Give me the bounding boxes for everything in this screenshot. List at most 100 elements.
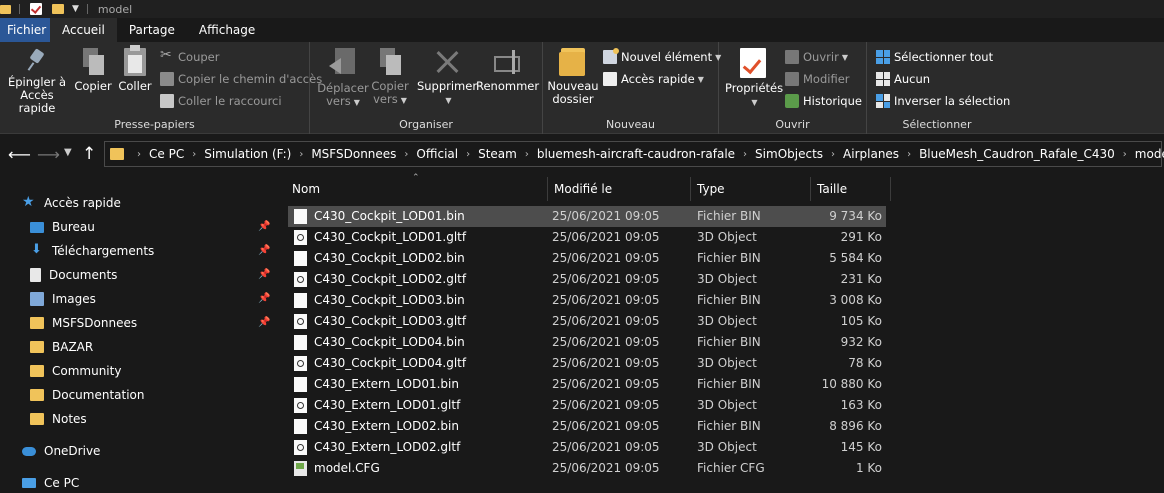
nav-item-documents[interactable]: Documents <box>30 264 117 286</box>
tab-share[interactable]: Partage <box>117 18 187 42</box>
breadcrumb-item[interactable]: Airplanes <box>843 147 899 161</box>
file-row[interactable]: C430_Cockpit_LOD04.bin 25/06/2021 09:05 Fi… <box>288 332 886 353</box>
nav-item-documentation[interactable]: Documentation <box>30 384 145 406</box>
cut-button[interactable]: Couper <box>160 47 219 67</box>
breadcrumb-item[interactable]: MSFSDonnees <box>311 147 396 161</box>
file-name: C430_Cockpit_LOD02.bin <box>294 248 465 269</box>
paste-shortcut-button[interactable]: Coller le raccourci <box>160 91 282 111</box>
breadcrumb-item[interactable]: Official <box>416 147 458 161</box>
nav-quick-access[interactable]: Accès rapide <box>22 192 121 214</box>
navigation-bar: ⟵ ⟶ ▼ ↑ › Ce PC › Simulation (F:) › MSFSDonne… <box>0 135 1164 173</box>
file-row[interactable]: C430_Cockpit_LOD03.gltf 25/06/2021 09:05 3… <box>288 311 886 332</box>
copy-button[interactable]: Copier <box>72 48 114 93</box>
move-to-label-line2: vers <box>326 94 351 108</box>
file-row[interactable]: C430_Cockpit_LOD04.gltf 25/06/2021 09:05 3… <box>288 353 886 374</box>
chevron-right-icon[interactable]: › <box>907 149 911 160</box>
file-row[interactable]: C430_Extern_LOD01.bin 25/06/2021 09:05 Fic… <box>288 374 886 395</box>
file-row[interactable]: C430_Extern_LOD01.gltf 25/06/2021 09:05 3D… <box>288 395 886 416</box>
nav-item-notes[interactable]: Notes <box>30 408 87 430</box>
breadcrumb-item[interactable]: bluemesh-aircraft-caudron-rafale <box>537 147 735 161</box>
nav-item-downloads[interactable]: Téléchargements <box>30 240 154 262</box>
column-header-type[interactable]: Type <box>691 177 811 201</box>
delete-button[interactable]: Supprimer ▼ <box>416 48 478 107</box>
file-row[interactable]: C430_Cockpit_LOD03.bin 25/06/2021 09:05 Fi… <box>288 290 886 311</box>
nav-this-pc[interactable]: Ce PC <box>22 472 79 493</box>
copy-to-label-line2: vers <box>373 92 398 106</box>
breadcrumb-item[interactable]: Steam <box>478 147 517 161</box>
file-row[interactable]: model.CFG 25/06/2021 09:05 Fichier CFG 1 Ko <box>288 458 886 479</box>
tab-file[interactable]: Fichier <box>0 18 50 42</box>
forward-arrow-icon[interactable]: ⟶ <box>37 145 60 164</box>
file-row[interactable]: C430_Cockpit_LOD02.gltf 25/06/2021 09:05 3… <box>288 269 886 290</box>
file-row[interactable]: C430_Extern_LOD02.bin 25/06/2021 09:05 Fic… <box>288 416 886 437</box>
column-header-name[interactable]: Nom <box>286 177 548 201</box>
file-row[interactable]: C430_Cockpit_LOD01.bin 25/06/2021 09:05 Fi… <box>288 206 886 227</box>
new-folder-quick-icon[interactable] <box>52 4 64 14</box>
select-none-button[interactable]: Aucun <box>876 69 930 89</box>
breadcrumb-item[interactable]: Ce PC <box>149 147 184 161</box>
tab-home[interactable]: Accueil <box>50 18 117 42</box>
nav-onedrive[interactable]: OneDrive <box>22 440 100 462</box>
chevron-right-icon[interactable]: › <box>466 149 470 160</box>
new-folder-button[interactable]: Nouveau dossier <box>547 48 599 106</box>
move-to-button[interactable]: Déplacer vers ▼ <box>316 48 370 109</box>
breadcrumb-item[interactable]: BlueMesh_Caudron_Rafale_C430 <box>919 147 1115 161</box>
column-header-size[interactable]: Taille <box>811 177 891 201</box>
back-arrow-icon[interactable]: ⟵ <box>8 145 31 164</box>
rename-button[interactable]: Renommer <box>476 48 540 93</box>
chevron-right-icon[interactable]: › <box>404 149 408 160</box>
column-header-modified[interactable]: Modifié le <box>548 177 691 201</box>
copy-path-button[interactable]: Copier le chemin d'accès <box>160 69 322 89</box>
folder-icon <box>30 389 44 401</box>
3d-object-file-icon <box>294 356 307 371</box>
select-all-label: Sélectionner tout <box>894 50 994 64</box>
file-type: 3D Object <box>697 356 757 370</box>
chevron-down-icon: ▼ <box>841 52 848 62</box>
chevron-right-icon[interactable]: › <box>1123 149 1127 160</box>
history-button[interactable]: Historique <box>785 91 862 111</box>
properties-quick-icon[interactable] <box>30 3 42 15</box>
new-item-button[interactable]: Nouvel élément ▼ <box>603 47 721 67</box>
nav-item-msfsdonnees[interactable]: MSFSDonnees <box>30 312 137 334</box>
nav-item-images[interactable]: Images <box>30 288 96 310</box>
recent-locations-chevron-icon[interactable]: ▼ <box>64 147 72 158</box>
paste-button[interactable]: Coller <box>116 45 154 93</box>
breadcrumb-item[interactable]: Simulation (F:) <box>204 147 291 161</box>
file-date: 25/06/2021 09:05 <box>552 419 660 433</box>
chevron-right-icon[interactable]: › <box>743 149 747 160</box>
properties-button[interactable]: Propriétés ▼ <box>725 48 783 109</box>
pin-quick-access-button[interactable]: Épingler à Accès rapide <box>4 48 70 115</box>
chevron-right-icon[interactable]: › <box>525 149 529 160</box>
file-row[interactable]: C430_Extern_LOD02.gltf 25/06/2021 09:05 3D… <box>288 437 886 458</box>
file-name-label: C430_Extern_LOD02.bin <box>314 419 459 433</box>
navigation-pane: Accès rapide Bureau 📌 Téléchargements 📌 … <box>0 173 274 493</box>
up-arrow-icon[interactable]: ↑ <box>82 144 96 164</box>
nav-item-bazar[interactable]: BAZAR <box>30 336 93 358</box>
chevron-right-icon[interactable]: › <box>299 149 303 160</box>
rename-icon <box>492 48 522 76</box>
nav-item-desktop[interactable]: Bureau <box>30 216 95 238</box>
copy-to-button[interactable]: Copier vers ▼ <box>368 48 412 107</box>
nav-item-community[interactable]: Community <box>30 360 121 382</box>
chevron-right-icon[interactable]: › <box>137 149 141 160</box>
tab-view[interactable]: Affichage <box>187 18 267 42</box>
file-name-label: C430_Cockpit_LOD04.gltf <box>314 356 467 370</box>
breadcrumb-item[interactable]: SimObjects <box>755 147 823 161</box>
rename-label: Renommer <box>476 79 540 93</box>
select-all-button[interactable]: Sélectionner tout <box>876 47 993 67</box>
address-bar[interactable]: › Ce PC › Simulation (F:) › MSFSDonnees › Offic… <box>104 141 1164 167</box>
edit-button[interactable]: Modifier <box>785 69 850 89</box>
file-row[interactable]: C430_Cockpit_LOD01.gltf 25/06/2021 09:05 3… <box>288 227 886 248</box>
chevron-right-icon[interactable]: › <box>192 149 196 160</box>
ribbon-tabs: Fichier Accueil Partage Affichage <box>0 18 1164 42</box>
file-row[interactable]: C430_Cockpit_LOD02.bin 25/06/2021 09:05 Fi… <box>288 248 886 269</box>
open-button[interactable]: Ouvrir ▼ <box>785 47 848 67</box>
file-date: 25/06/2021 09:05 <box>552 293 660 307</box>
invert-selection-button[interactable]: Inverser la sélection <box>876 91 1010 111</box>
breadcrumb-item[interactable]: model <box>1135 147 1164 161</box>
customize-toolbar-chevron-icon[interactable]: ▼ <box>72 4 79 14</box>
file-type: Fichier BIN <box>697 293 761 307</box>
file-size: 163 Ko <box>840 398 882 412</box>
chevron-right-icon[interactable]: › <box>831 149 835 160</box>
easy-access-button[interactable]: Accès rapide ▼ <box>603 69 704 89</box>
